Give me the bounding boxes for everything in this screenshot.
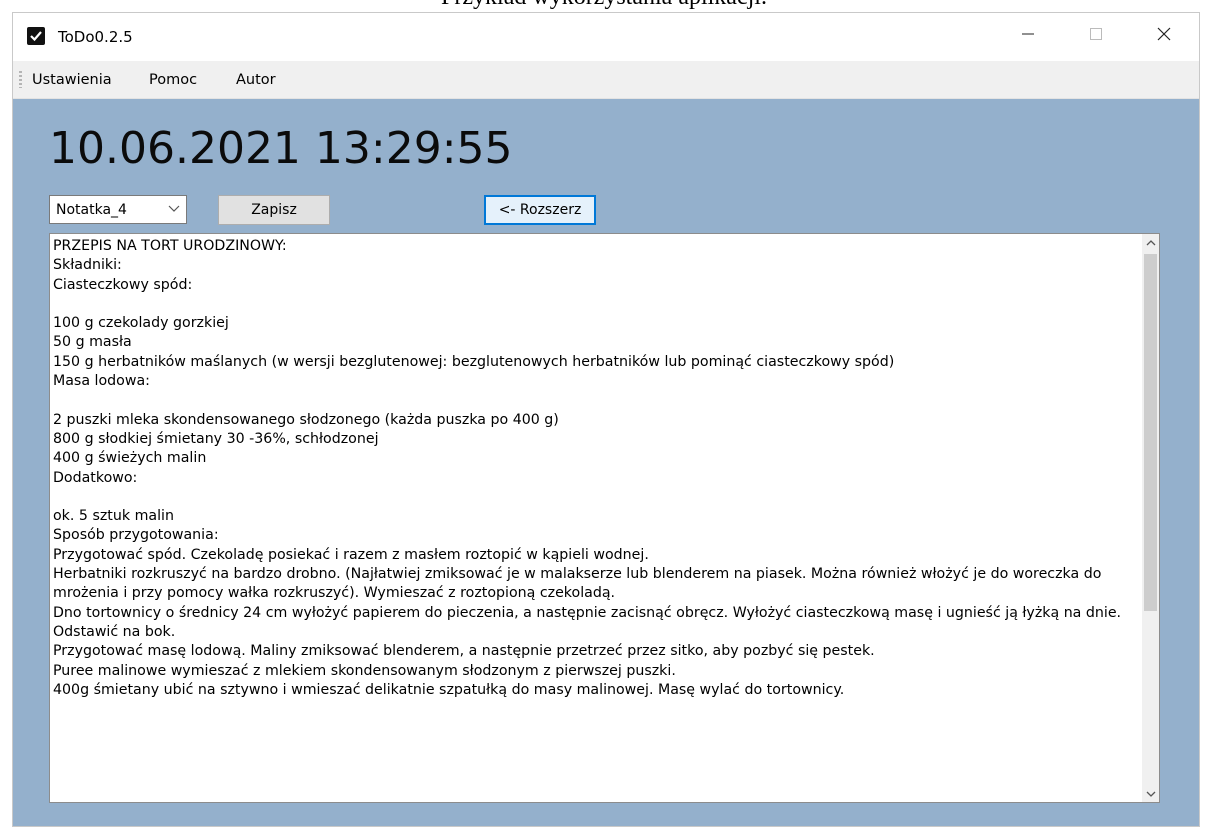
chevron-up-icon bbox=[1146, 234, 1156, 252]
close-icon bbox=[1157, 27, 1171, 46]
expand-button[interactable]: <- Rozszerz bbox=[484, 195, 596, 225]
title-bar[interactable]: ToDo0.2.5 bbox=[13, 13, 1199, 61]
checkbox-icon bbox=[27, 27, 45, 45]
scroll-thumb[interactable] bbox=[1144, 254, 1157, 611]
minimize-icon bbox=[1022, 27, 1034, 45]
scroll-up-button[interactable] bbox=[1142, 234, 1159, 251]
menu-item-pomoc[interactable]: Pomoc bbox=[149, 72, 197, 88]
note-select-value: Notatka_4 bbox=[56, 202, 127, 218]
minimize-button[interactable] bbox=[997, 13, 1059, 59]
app-window: ToDo0.2.5 Ustawienia Pomoc Autor 10.06.2… bbox=[12, 12, 1200, 827]
chevron-down-icon bbox=[168, 202, 180, 221]
scroll-down-button[interactable] bbox=[1142, 785, 1159, 802]
menu-item-autor[interactable]: Autor bbox=[236, 72, 276, 88]
menu-bar: Ustawienia Pomoc Autor bbox=[13, 61, 1199, 99]
close-button[interactable] bbox=[1133, 13, 1195, 59]
maximize-icon bbox=[1090, 27, 1102, 45]
save-button[interactable]: Zapisz bbox=[218, 195, 330, 225]
note-select[interactable]: Notatka_4 bbox=[49, 195, 187, 224]
chevron-down-icon bbox=[1146, 785, 1156, 803]
menu-item-ustawienia[interactable]: Ustawienia bbox=[32, 72, 112, 88]
note-text[interactable]: PRZEPIS NA TORT URODZINOWY: Składniki: C… bbox=[53, 237, 1138, 700]
vertical-scrollbar[interactable] bbox=[1142, 234, 1159, 802]
window-title: ToDo0.2.5 bbox=[58, 28, 133, 46]
document-caption: Przykład wykorzystania aplikacji. bbox=[0, 0, 1208, 11]
menu-grip-handle[interactable] bbox=[19, 71, 22, 88]
note-textarea[interactable]: PRZEPIS NA TORT URODZINOWY: Składniki: C… bbox=[49, 233, 1160, 803]
client-area: 10.06.2021 13:29:55 Notatka_4 Zapisz <- … bbox=[13, 99, 1199, 826]
datetime-display: 10.06.2021 13:29:55 bbox=[49, 123, 513, 174]
maximize-button[interactable] bbox=[1065, 13, 1127, 59]
